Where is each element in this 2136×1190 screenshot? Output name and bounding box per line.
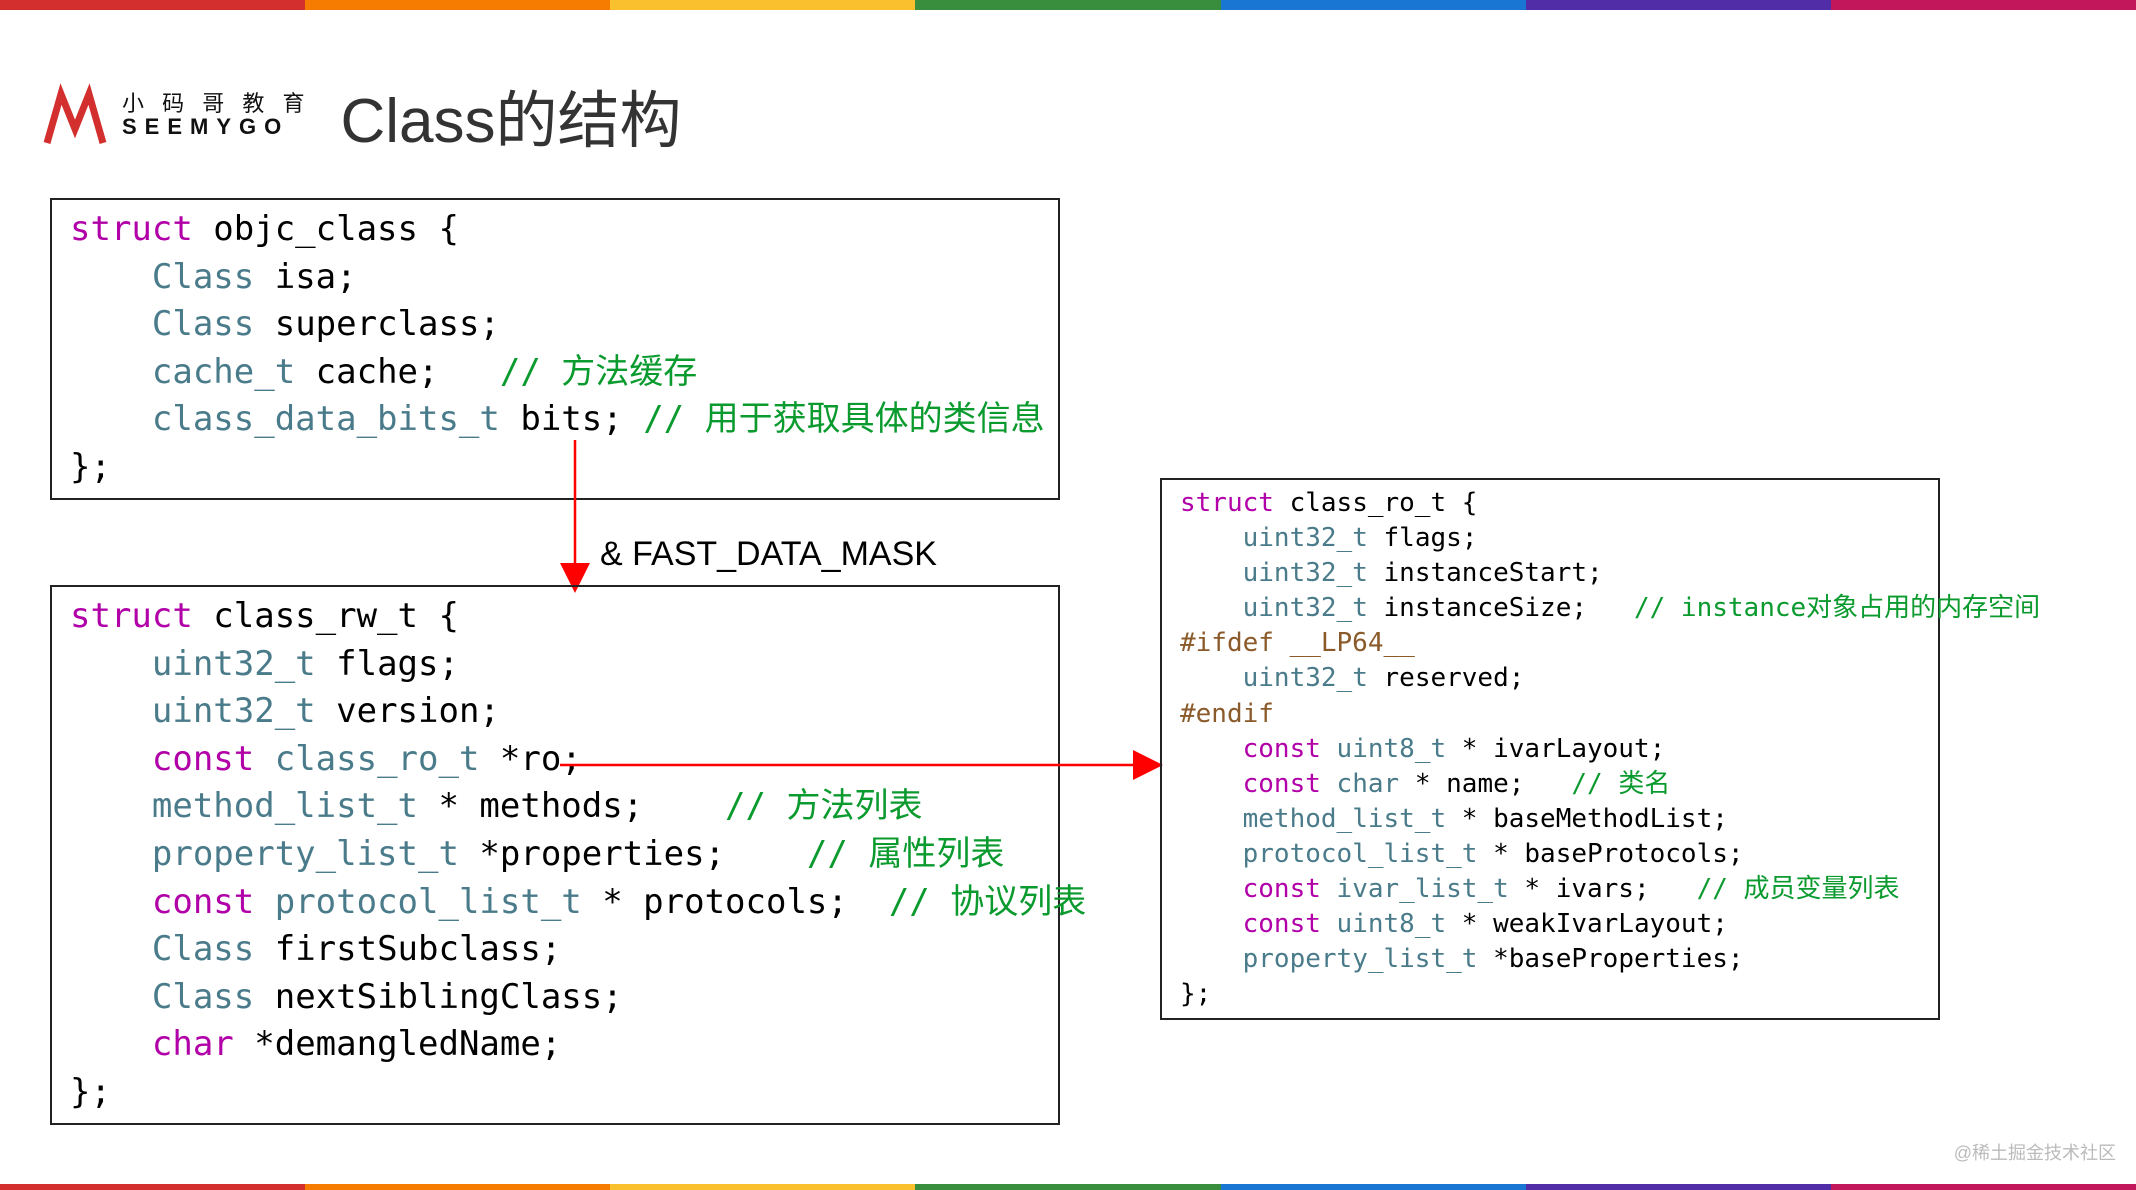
brand-en: SEEMYGO bbox=[122, 115, 310, 138]
bottom-rainbow-bar bbox=[0, 1184, 2136, 1190]
brand-cn: 小 码 哥 教 育 bbox=[122, 92, 310, 115]
slide-title: Class的结构 bbox=[340, 70, 681, 160]
code-box-class-ro-t: struct class_ro_t { uint32_t flags; uint… bbox=[1160, 478, 1940, 1020]
slide-header: 小 码 哥 教 育 SEEMYGO Class的结构 bbox=[40, 70, 681, 160]
code-box-objc-class: struct objc_class { Class isa; Class sup… bbox=[50, 198, 1060, 500]
brand-logo: 小 码 哥 教 育 SEEMYGO bbox=[40, 80, 310, 150]
watermark: @稀土掘金技术社区 bbox=[1954, 1139, 2116, 1165]
code-box-class-rw-t: struct class_rw_t { uint32_t flags; uint… bbox=[50, 585, 1060, 1125]
top-rainbow-bar bbox=[0, 0, 2136, 10]
mask-label: & FAST_DATA_MASK bbox=[600, 535, 937, 574]
logo-icon bbox=[40, 80, 110, 150]
